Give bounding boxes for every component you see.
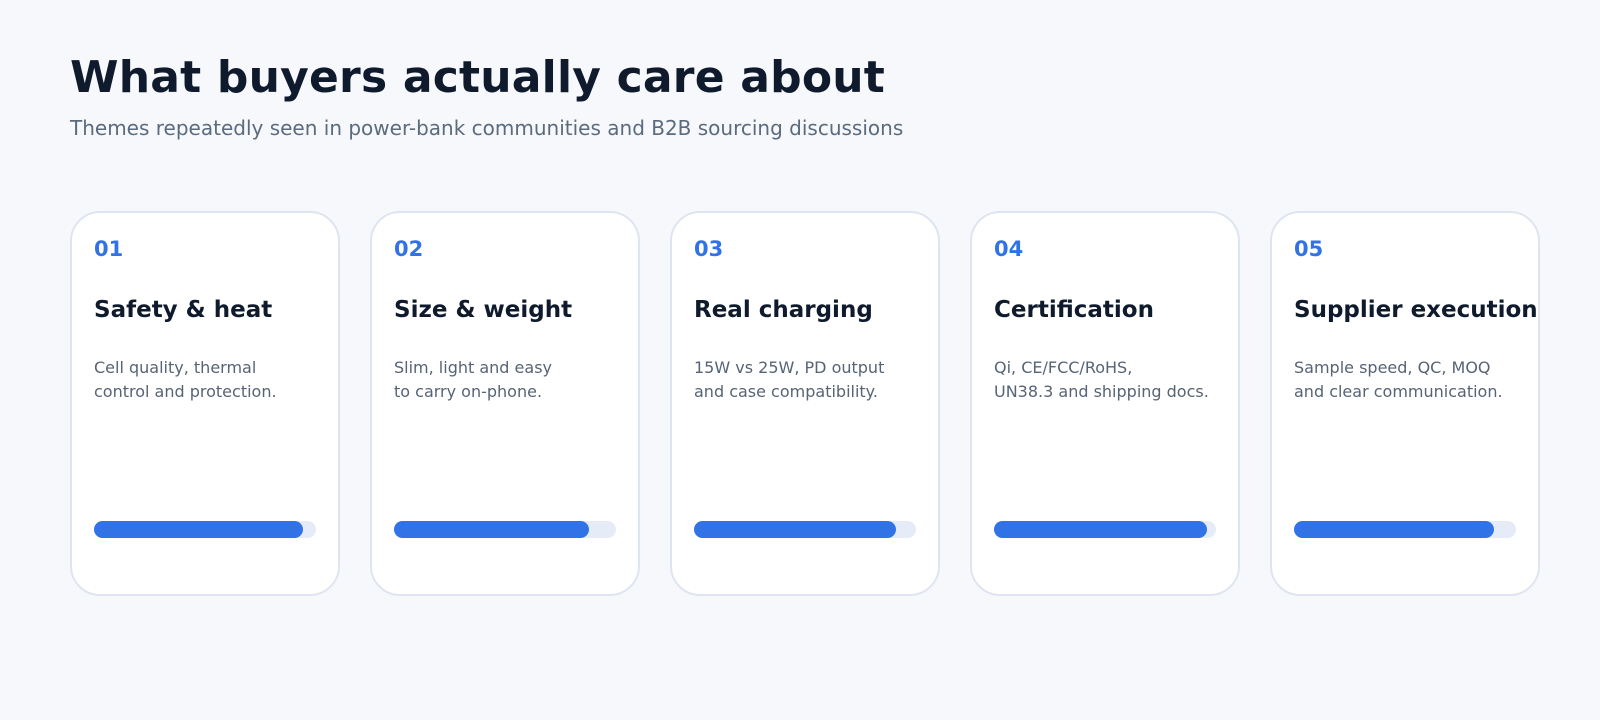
- card-description-line: UN38.3 and shipping docs.: [994, 382, 1209, 401]
- importance-bar-track: [1294, 521, 1516, 538]
- importance-bar-track: [694, 521, 916, 538]
- card-description: Sample speed, QC, MOQ and clear communic…: [1294, 356, 1534, 404]
- card-description: Slim, light and easy to carry on-phone.: [394, 356, 634, 404]
- theme-card-safety: 01 Safety & heat Cell quality, thermal c…: [70, 211, 340, 596]
- importance-bar-track: [394, 521, 616, 538]
- importance-bar-fill: [1294, 521, 1494, 538]
- card-description: Qi, CE/FCC/RoHS, UN38.3 and shipping doc…: [994, 356, 1234, 404]
- card-number: 02: [394, 237, 424, 261]
- importance-bar-fill: [94, 521, 303, 538]
- card-number: 05: [1294, 237, 1324, 261]
- card-description: 15W vs 25W, PD output and case compatibi…: [694, 356, 934, 404]
- card-description-line: Cell quality, thermal: [94, 358, 257, 377]
- card-description-line: and case compatibility.: [694, 382, 878, 401]
- card-number: 04: [994, 237, 1024, 261]
- theme-card-certification: 04 Certification Qi, CE/FCC/RoHS, UN38.3…: [970, 211, 1240, 596]
- card-title: Real charging: [694, 297, 873, 323]
- card-description-line: Qi, CE/FCC/RoHS,: [994, 358, 1133, 377]
- card-description-line: Slim, light and easy: [394, 358, 552, 377]
- importance-bar-track: [94, 521, 316, 538]
- card-description-line: Sample speed, QC, MOQ: [1294, 358, 1491, 377]
- importance-bar-fill: [994, 521, 1208, 538]
- importance-bar-track: [994, 521, 1216, 538]
- theme-card-real-charging: 03 Real charging 15W vs 25W, PD output a…: [670, 211, 940, 596]
- importance-bar-fill: [394, 521, 590, 538]
- card-description-line: to carry on-phone.: [394, 382, 543, 401]
- card-title: Certification: [994, 297, 1154, 323]
- theme-card-size-weight: 02 Size & weight Slim, light and easy to…: [370, 211, 640, 596]
- card-number: 01: [94, 237, 124, 261]
- card-title: Safety & heat: [94, 297, 273, 323]
- card-description-line: and clear communication.: [1294, 382, 1503, 401]
- card-title: Size & weight: [394, 297, 573, 323]
- card-description: Cell quality, thermal control and protec…: [94, 356, 334, 404]
- card-description-line: 15W vs 25W, PD output: [694, 358, 885, 377]
- page-title: What buyers actually care about: [70, 52, 886, 103]
- theme-card-supplier-execution: 05 Supplier execution Sample speed, QC, …: [1270, 211, 1540, 596]
- card-title: Supplier execution: [1294, 297, 1538, 323]
- page-subtitle: Themes repeatedly seen in power-bank com…: [70, 116, 904, 140]
- theme-cards: 01 Safety & heat Cell quality, thermal c…: [70, 211, 1540, 596]
- importance-bar-fill: [694, 521, 897, 538]
- card-description-line: control and protection.: [94, 382, 277, 401]
- card-number: 03: [694, 237, 724, 261]
